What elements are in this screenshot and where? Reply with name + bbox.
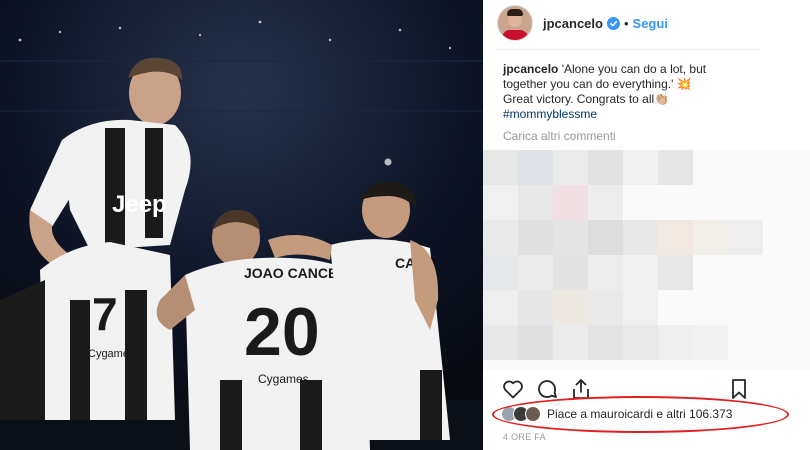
post-header: jpcancelo • Segui <box>497 0 797 46</box>
post-timestamp: 4 ORE FA <box>503 432 546 442</box>
post-photo[interactable]: Jeep 7 Cygames JOAO CANCELO 20 Cygames C… <box>0 0 483 450</box>
blurred-comments-area <box>483 150 810 370</box>
follow-button[interactable]: Segui <box>633 16 668 31</box>
comment-icon[interactable] <box>535 377 559 401</box>
username-link[interactable]: jpcancelo <box>543 16 603 31</box>
caption-username[interactable]: jpcancelo <box>503 62 558 76</box>
sponsor-brand-center: Cygames <box>258 372 309 386</box>
photo-illustration: Jeep 7 Cygames JOAO CANCELO 20 Cygames C… <box>0 0 483 450</box>
bookmark-icon[interactable] <box>727 377 751 401</box>
highlight-ellipse <box>492 396 789 433</box>
avatar[interactable] <box>497 5 533 41</box>
jersey-number-twenty: 20 <box>244 294 320 370</box>
post-sidebar: jpcancelo • Segui jpcancelo 'Alone you c… <box>483 0 810 450</box>
verified-badge-icon <box>606 16 620 30</box>
load-more-comments[interactable]: Carica altri commenti <box>503 129 616 143</box>
separator-dot: • <box>623 15 629 31</box>
heart-icon[interactable] <box>501 377 525 401</box>
sponsor-text: Jeep <box>112 191 167 218</box>
sponsor-brand-left: Cygames <box>88 348 135 360</box>
jersey-number-seven: 7 <box>92 288 118 340</box>
post-caption: jpcancelo 'Alone you can do a lot, but t… <box>503 62 713 122</box>
caption-hashtag[interactable]: #mommyblessme <box>503 107 597 121</box>
header-divider <box>497 49 759 50</box>
